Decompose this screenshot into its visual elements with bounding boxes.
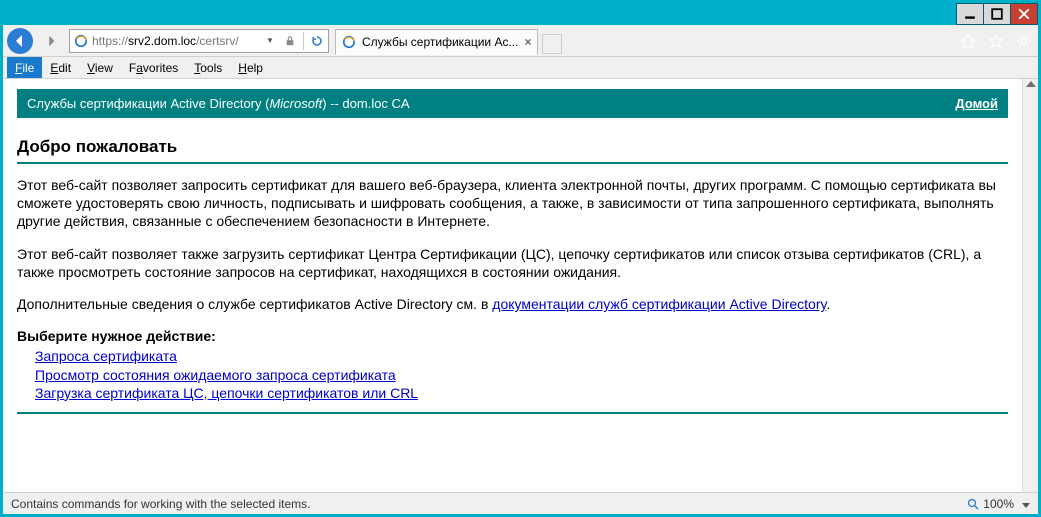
forward-button[interactable] — [37, 27, 65, 55]
lock-icon[interactable] — [283, 34, 297, 48]
content-scroll-area: Службы сертификации Active Directory (Mi… — [3, 79, 1038, 492]
banner-title: Службы сертификации Active Directory (Mi… — [27, 96, 410, 111]
back-button[interactable] — [7, 28, 33, 54]
welcome-heading: Добро пожаловать — [17, 136, 1008, 158]
tab-strip: Службы сертификации Ac... × — [335, 28, 950, 54]
ie-logo-icon — [74, 34, 88, 48]
page-content: Добро пожаловать Этот веб-сайт позволяет… — [17, 136, 1008, 414]
actions-list: Запроса сертификата Просмотр состояния о… — [35, 347, 1008, 402]
choose-action-heading: Выберите нужное действие: — [17, 327, 1008, 345]
tools-icon[interactable] — [1016, 33, 1032, 49]
nav-toolbar: https://srv2.dom.loc/certsrv/ ▼ Службы с… — [3, 25, 1038, 57]
action-request-cert[interactable]: Запроса сертификата — [35, 348, 177, 364]
bottom-rule — [17, 412, 1008, 414]
intro-paragraph-3: Дополнительные сведения о службе сертифи… — [17, 295, 1008, 313]
close-button[interactable] — [1010, 3, 1038, 25]
status-text: Contains commands for working with the s… — [11, 497, 310, 511]
tab-close-icon[interactable]: × — [524, 35, 531, 49]
ie-logo-icon — [342, 35, 356, 49]
url-path: /certsrv/ — [196, 34, 239, 48]
tab-title: Службы сертификации Ac... — [362, 35, 518, 49]
menu-help[interactable]: Help — [230, 57, 271, 78]
action-download-ca[interactable]: Загрузка сертификата ЦС, цепочки сертифи… — [35, 385, 418, 401]
page-body: Службы сертификации Active Directory (Mi… — [3, 79, 1022, 492]
heading-rule — [17, 162, 1008, 164]
home-link[interactable]: Домой — [955, 96, 998, 111]
dropdown-icon[interactable]: ▼ — [263, 34, 277, 48]
window-titlebar — [3, 3, 1038, 25]
refresh-icon[interactable] — [310, 34, 324, 48]
action-view-pending[interactable]: Просмотр состояния ожидаемого запроса се… — [35, 367, 396, 383]
maximize-button[interactable] — [983, 3, 1011, 25]
menu-tools[interactable]: Tools — [186, 57, 230, 78]
menu-favorites[interactable]: Favorites — [121, 57, 186, 78]
zoom-control[interactable]: 100% — [967, 497, 1030, 511]
browser-tab[interactable]: Службы сертификации Ac... × — [335, 29, 538, 55]
intro-paragraph-2: Этот веб-сайт позволяет также загрузить … — [17, 245, 1008, 281]
status-bar: Contains commands for working with the s… — [3, 492, 1038, 514]
zoom-dropdown-icon[interactable] — [1018, 497, 1030, 511]
zoom-value: 100% — [983, 497, 1014, 511]
menu-edit[interactable]: Edit — [42, 57, 79, 78]
command-icons — [960, 33, 1032, 49]
zoom-icon — [967, 498, 979, 510]
scroll-up-icon[interactable] — [1026, 81, 1036, 87]
favorites-icon[interactable] — [988, 33, 1004, 49]
address-bar[interactable]: https://srv2.dom.loc/certsrv/ ▼ — [69, 29, 329, 53]
menu-bar: File Edit View Favorites Tools Help — [3, 57, 1038, 79]
cs-banner: Службы сертификации Active Directory (Mi… — [17, 89, 1008, 118]
minimize-button[interactable] — [956, 3, 984, 25]
url-host: srv2.dom.loc — [128, 34, 196, 48]
new-tab-button[interactable] — [542, 34, 562, 54]
docs-link[interactable]: документации служб сертификации Active D… — [492, 296, 826, 312]
vertical-scrollbar[interactable] — [1022, 79, 1038, 492]
intro-paragraph-1: Этот веб-сайт позволяет запросить сертиф… — [17, 176, 1008, 231]
home-icon[interactable] — [960, 33, 976, 49]
url-scheme: https:// — [92, 34, 128, 48]
ie-window: https://srv2.dom.loc/certsrv/ ▼ Службы с… — [3, 3, 1038, 514]
menu-file[interactable]: File — [7, 57, 42, 78]
menu-view[interactable]: View — [79, 57, 121, 78]
